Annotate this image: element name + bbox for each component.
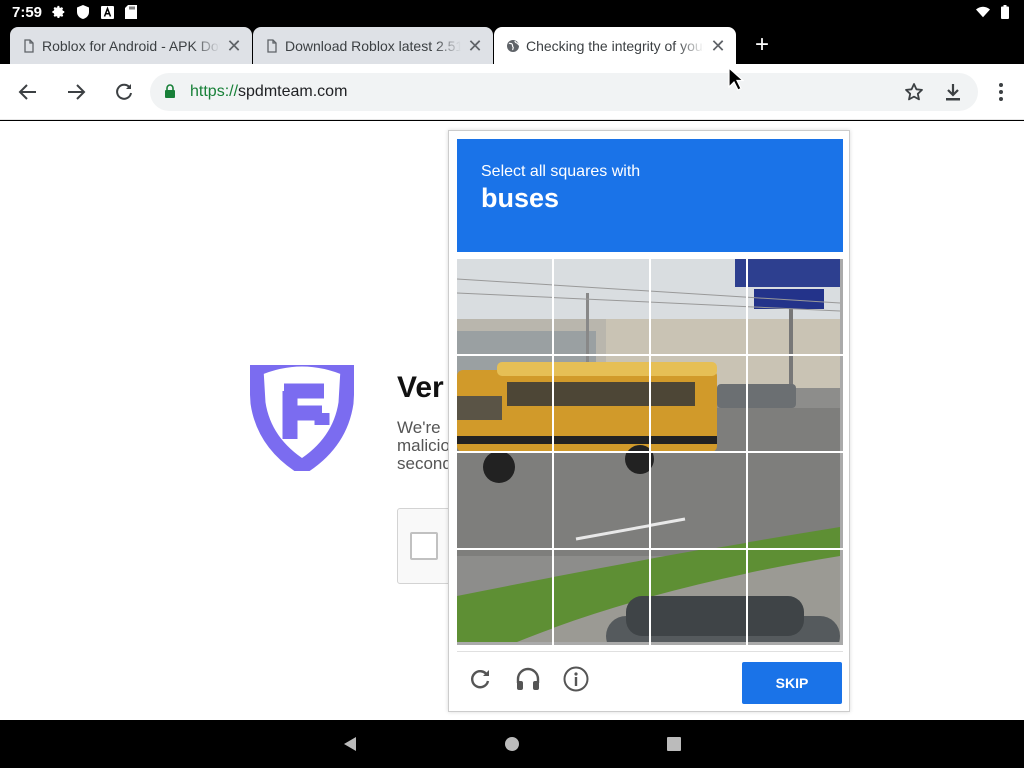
tile-image — [748, 356, 840, 451]
tile-image — [651, 453, 746, 548]
wifi-icon — [976, 5, 990, 19]
tab-strip: Roblox for Android - APK Download ✕ Down… — [0, 24, 1024, 64]
lock-icon — [165, 84, 175, 98]
tab-title: Download Roblox latest 2.511 — [285, 37, 461, 54]
tile-image — [554, 259, 649, 354]
tile-image — [457, 356, 552, 451]
recents-square-icon[interactable] — [666, 736, 682, 752]
challenge-header: Select all squares with buses — [457, 139, 843, 252]
challenge-tile[interactable] — [748, 453, 843, 548]
challenge-tile[interactable] — [457, 550, 552, 645]
shield-logo-icon — [250, 355, 354, 471]
challenge-tile[interactable] — [748, 356, 843, 451]
tile-image — [748, 550, 840, 642]
tile-image — [554, 453, 649, 548]
bookmark-button[interactable] — [900, 78, 928, 106]
challenge-tile[interactable] — [554, 550, 649, 645]
tab-download-roblox[interactable]: Download Roblox latest 2.511 ✕ — [253, 27, 493, 64]
tab-title: Checking the integrity of your browser — [526, 37, 704, 54]
close-icon[interactable]: ✕ — [467, 37, 483, 55]
challenge-tile[interactable] — [457, 259, 552, 354]
gear-icon — [52, 5, 66, 19]
reload-button[interactable] — [110, 78, 138, 106]
back-button[interactable] — [14, 78, 42, 106]
reload-icon — [471, 670, 490, 689]
url-scheme: https:// — [190, 83, 239, 100]
url-host: spdmteam.com — [238, 83, 348, 100]
download-icon — [946, 84, 960, 101]
challenge-tile[interactable] — [748, 550, 843, 645]
star-icon — [905, 83, 923, 101]
status-icons-left — [52, 5, 138, 19]
menu-button[interactable] — [987, 78, 1015, 106]
close-icon[interactable]: ✕ — [226, 37, 242, 55]
headphones-icon — [516, 667, 540, 690]
page-title: Ver — [397, 371, 444, 404]
mouse-cursor-icon — [728, 67, 744, 91]
browser-toolbar: https://spdmteam.com — [0, 64, 1024, 120]
url-text: https://spdmteam.com — [190, 83, 347, 101]
close-icon[interactable]: ✕ — [710, 37, 726, 55]
reload-icon — [116, 83, 132, 100]
challenge-footer: SKIP — [457, 651, 843, 707]
forward-button[interactable] — [62, 78, 90, 106]
sd-card-icon — [124, 5, 138, 19]
font-icon — [100, 5, 114, 19]
battery-icon — [998, 5, 1012, 19]
challenge-tile[interactable] — [457, 453, 552, 548]
tile-image — [748, 453, 840, 548]
tile-image — [554, 550, 649, 642]
captcha-challenge: Select all squares with buses SKIP — [448, 130, 850, 712]
challenge-tile[interactable] — [651, 550, 746, 645]
arrow-right-icon — [68, 84, 86, 100]
tab-title: Roblox for Android - APK Download — [42, 37, 220, 54]
tile-image — [554, 356, 649, 451]
challenge-tile[interactable] — [651, 356, 746, 451]
challenge-tile[interactable] — [651, 259, 746, 354]
challenge-target: buses — [481, 183, 560, 213]
challenge-tile[interactable] — [554, 259, 649, 354]
challenge-image-grid — [457, 259, 843, 645]
challenge-tile[interactable] — [748, 259, 843, 354]
captcha-checkbox[interactable] — [410, 532, 438, 560]
info-icon — [563, 666, 589, 692]
tile-image — [457, 550, 552, 642]
tile-image — [457, 453, 552, 548]
arrow-left-icon — [18, 84, 36, 100]
info-button[interactable] — [561, 664, 591, 694]
challenge-tile[interactable] — [554, 356, 649, 451]
more-vert-icon — [999, 83, 1003, 101]
shield-icon — [76, 5, 90, 19]
tile-image — [748, 259, 840, 354]
status-time: 7:59 — [12, 3, 43, 21]
status-icons-right — [976, 5, 1012, 19]
skip-button[interactable]: SKIP — [742, 662, 842, 704]
audio-challenge-button[interactable] — [513, 664, 543, 694]
back-triangle-icon[interactable] — [342, 736, 358, 752]
page-icon — [267, 38, 277, 53]
page-icon — [24, 38, 34, 53]
new-tab-button[interactable]: + — [750, 33, 774, 58]
tab-roblox-apk[interactable]: Roblox for Android - APK Download ✕ — [10, 27, 252, 64]
tile-image — [651, 259, 746, 354]
challenge-tile[interactable] — [554, 453, 649, 548]
status-bar: 7:59 — [0, 0, 1024, 24]
download-button[interactable] — [939, 78, 967, 106]
system-nav-bar — [0, 720, 1024, 768]
tile-image — [651, 356, 746, 451]
tab-checking-integrity[interactable]: Checking the integrity of your browser ✕ — [494, 27, 736, 64]
tile-image — [651, 550, 746, 642]
challenge-instruction: Select all squares with — [481, 163, 641, 180]
tile-image — [457, 259, 552, 354]
challenge-tile[interactable] — [457, 356, 552, 451]
globe-icon — [507, 39, 520, 52]
challenge-tile[interactable] — [651, 453, 746, 548]
reload-challenge-button[interactable] — [465, 664, 495, 694]
home-circle-icon[interactable] — [504, 736, 520, 752]
address-bar[interactable]: https://spdmteam.com — [150, 73, 978, 111]
